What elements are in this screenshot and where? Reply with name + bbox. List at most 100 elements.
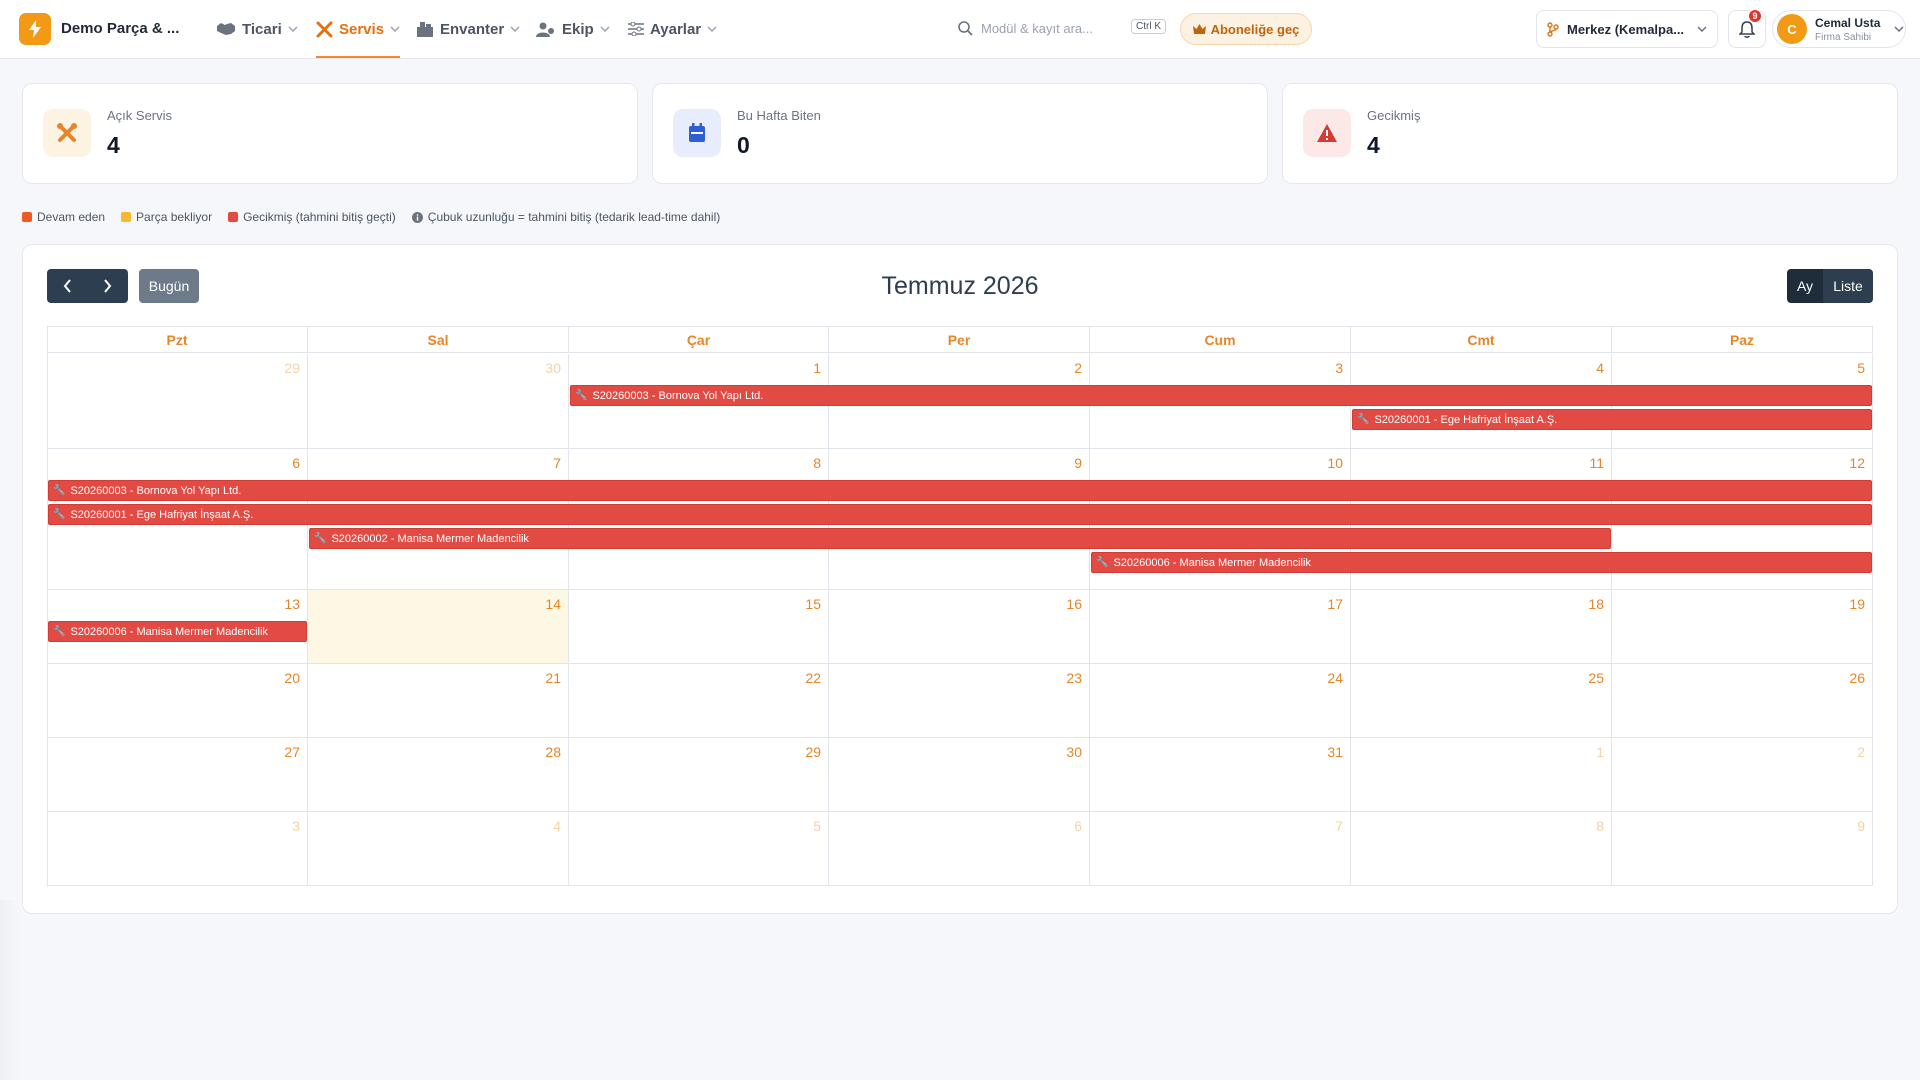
day-number[interactable]: 7	[1335, 818, 1343, 834]
day-number[interactable]: 14	[545, 596, 561, 612]
day-number[interactable]: 1	[1596, 744, 1604, 760]
day-number[interactable]: 2	[1074, 360, 1082, 376]
top-navbar: Demo Parça & ... Ticari Servis Envanter …	[0, 0, 1920, 59]
day-number[interactable]: 2	[1857, 744, 1865, 760]
day-cell[interactable]: 17	[1090, 590, 1351, 664]
day-number[interactable]: 30	[545, 360, 561, 376]
day-number[interactable]: 30	[1066, 744, 1082, 760]
day-number[interactable]: 7	[553, 455, 561, 471]
day-number[interactable]: 22	[805, 670, 821, 686]
day-number[interactable]: 1	[813, 360, 821, 376]
day-number[interactable]: 9	[1857, 818, 1865, 834]
day-cell[interactable]: 31	[1090, 738, 1351, 812]
nav-ekip[interactable]: Ekip	[536, 0, 610, 58]
day-cell[interactable]: 5	[569, 812, 829, 886]
service-event-bar[interactable]: 🔧 S20260002 - Manisa Mermer Madencilik	[309, 528, 1611, 549]
day-cell[interactable]: 26	[1612, 664, 1873, 738]
day-number[interactable]: 27	[284, 744, 300, 760]
subscribe-label: Aboneliğe geç	[1210, 21, 1300, 37]
service-event-bar[interactable]: 🔧 S20260001 - Ege Hafriyat İnşaat A.Ş.	[48, 504, 1872, 525]
nav-ticari[interactable]: Ticari	[216, 0, 298, 58]
branch-selector[interactable]: Merkez (Kemalpa...	[1536, 10, 1718, 48]
day-number[interactable]: 3	[292, 818, 300, 834]
day-number[interactable]: 26	[1849, 670, 1865, 686]
day-cell[interactable]: 30	[308, 354, 569, 449]
day-cell[interactable]: 23	[829, 664, 1090, 738]
bolt-logo-icon[interactable]	[19, 13, 51, 45]
day-number[interactable]: 3	[1335, 360, 1343, 376]
service-event-bar[interactable]: 🔧 S20260006 - Manisa Mermer Madencilik	[48, 621, 307, 642]
day-number[interactable]: 28	[545, 744, 561, 760]
day-number[interactable]: 17	[1327, 596, 1343, 612]
day-cell[interactable]: 8	[1351, 812, 1612, 886]
search-input[interactable]: Modül & kayıt ara... Ctrl K	[950, 12, 1170, 44]
weekday-header: Paz	[1612, 326, 1873, 353]
day-cell[interactable]: 1	[1351, 738, 1612, 812]
day-cell[interactable]: 29	[569, 738, 829, 812]
service-event-bar[interactable]: 🔧 S20260003 - Bornova Yol Yapı Ltd.	[48, 480, 1872, 501]
day-number[interactable]: 29	[805, 744, 821, 760]
day-cell[interactable]: 28	[308, 738, 569, 812]
day-cell[interactable]: 7	[1090, 812, 1351, 886]
day-number[interactable]: 18	[1588, 596, 1604, 612]
service-event-bar[interactable]: 🔧 S20260006 - Manisa Mermer Madencilik	[1091, 552, 1872, 573]
day-number[interactable]: 5	[1857, 360, 1865, 376]
service-event-bar[interactable]: 🔧 S20260001 - Ege Hafriyat İnşaat A.Ş.	[1352, 409, 1872, 430]
day-number[interactable]: 6	[292, 455, 300, 471]
day-cell[interactable]: 18	[1351, 590, 1612, 664]
day-number[interactable]: 10	[1327, 455, 1343, 471]
day-cell[interactable]: 6	[829, 812, 1090, 886]
brand-name[interactable]: Demo Parça & ...	[61, 20, 179, 37]
day-number[interactable]: 31	[1327, 744, 1343, 760]
calendar-title: Temmuz 2026	[881, 272, 1039, 300]
day-cell[interactable]: 4	[308, 812, 569, 886]
day-number[interactable]: 19	[1849, 596, 1865, 612]
day-cell[interactable]: 30	[829, 738, 1090, 812]
day-number[interactable]: 5	[813, 818, 821, 834]
weekday-header: Çar	[569, 326, 829, 353]
day-number[interactable]: 11	[1589, 455, 1604, 471]
day-cell-today[interactable]: 14	[308, 590, 569, 664]
day-cell[interactable]: 15	[569, 590, 829, 664]
day-cell[interactable]: 29	[47, 354, 308, 449]
list-view-button[interactable]: Liste	[1823, 269, 1873, 303]
legend-label: Devam eden	[37, 210, 106, 224]
day-cell[interactable]: 19	[1612, 590, 1873, 664]
day-cell[interactable]: 21	[308, 664, 569, 738]
day-number[interactable]: 29	[284, 360, 300, 376]
avatar: C	[1777, 14, 1807, 44]
user-role: Firma Sahibi	[1815, 31, 1872, 43]
service-event-bar[interactable]: 🔧 S20260003 - Bornova Yol Yapı Ltd.	[570, 385, 1872, 406]
day-cell[interactable]: 24	[1090, 664, 1351, 738]
day-number[interactable]: 21	[545, 670, 561, 686]
nav-envanter[interactable]: Envanter	[416, 0, 520, 58]
nav-ayarlar[interactable]: Ayarlar	[628, 0, 717, 58]
day-cell[interactable]: 16	[829, 590, 1090, 664]
day-number[interactable]: 20	[284, 670, 300, 686]
day-number[interactable]: 4	[1596, 360, 1604, 376]
day-cell[interactable]: 9	[1612, 812, 1873, 886]
notifications-button[interactable]: 9	[1728, 9, 1766, 48]
nav-servis[interactable]: Servis	[316, 0, 401, 58]
subscribe-button[interactable]: Aboneliğe geç	[1180, 13, 1312, 45]
day-number[interactable]: 23	[1066, 670, 1082, 686]
day-cell[interactable]: 2	[1612, 738, 1873, 812]
user-menu[interactable]: C Cemal Usta Firma Sahibi	[1772, 10, 1906, 48]
day-cell[interactable]: 22	[569, 664, 829, 738]
day-number[interactable]: 4	[553, 818, 561, 834]
month-view-button[interactable]: Ay	[1787, 269, 1823, 303]
day-number[interactable]: 8	[1596, 818, 1604, 834]
day-number[interactable]: 6	[1074, 818, 1082, 834]
day-cell[interactable]: 3	[47, 812, 308, 886]
day-number[interactable]: 12	[1849, 455, 1865, 471]
day-cell[interactable]: 20	[47, 664, 308, 738]
day-cell[interactable]: 27	[47, 738, 308, 812]
day-number[interactable]: 16	[1066, 596, 1082, 612]
day-number[interactable]: 24	[1327, 670, 1343, 686]
day-number[interactable]: 13	[284, 596, 300, 612]
day-number[interactable]: 9	[1074, 455, 1082, 471]
day-number[interactable]: 25	[1588, 670, 1604, 686]
day-number[interactable]: 8	[813, 455, 821, 471]
day-number[interactable]: 15	[805, 596, 821, 612]
day-cell[interactable]: 25	[1351, 664, 1612, 738]
